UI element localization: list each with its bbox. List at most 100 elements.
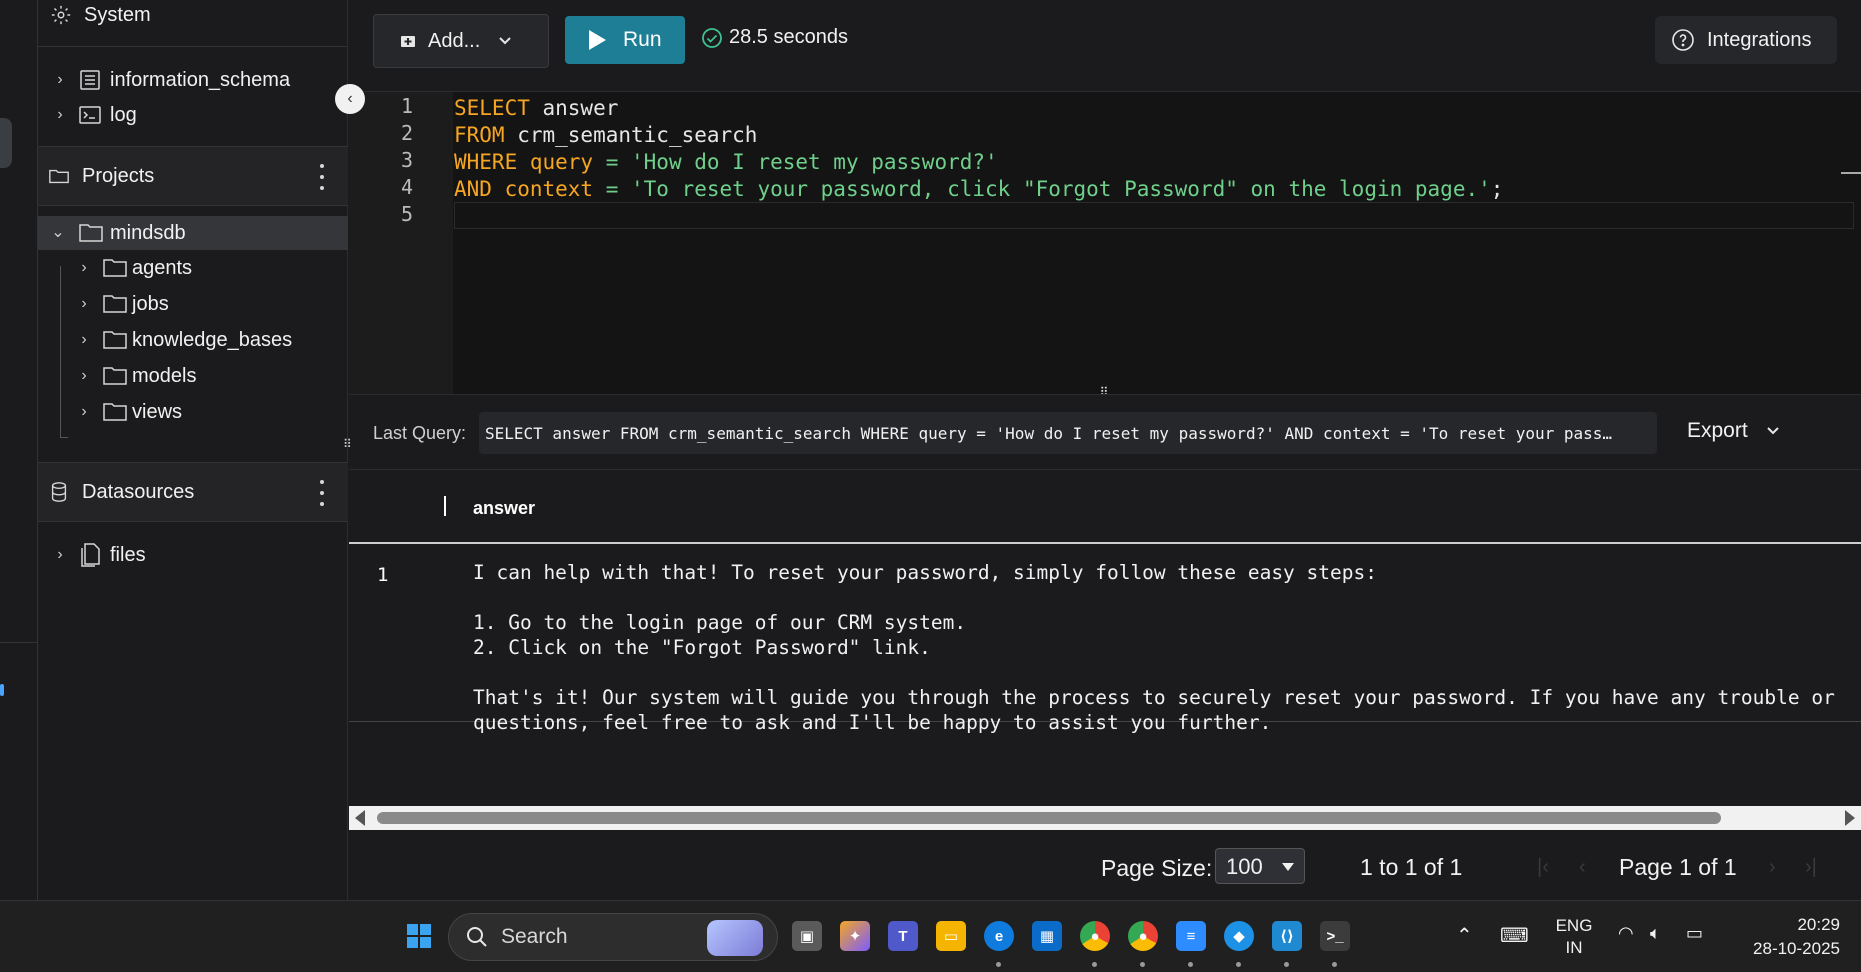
sidebar-item-agents[interactable]: › agents	[76, 251, 192, 285]
projects-menu-icon[interactable]	[320, 164, 326, 190]
line-number: 1	[400, 94, 413, 118]
sidebar-item-knowledge-bases[interactable]: › knowledge_bases	[76, 323, 292, 357]
check-circle-icon	[702, 27, 722, 48]
sidebar-item-label: models	[132, 364, 197, 387]
terminal-app-icon[interactable]: >_	[1320, 921, 1350, 951]
chrome-profile-icon[interactable]: ●	[1128, 921, 1158, 951]
sidebar-system[interactable]: System	[50, 0, 151, 32]
projects-label: Projects	[82, 164, 155, 187]
clock[interactable]: 20:29 28-10-2025	[1736, 913, 1840, 961]
column-separator[interactable]	[444, 496, 446, 516]
status-text: 28.5 seconds	[729, 26, 848, 48]
files-icon	[81, 543, 100, 567]
toolbar: Add... Run 28.5 seconds Integrations	[349, 0, 1861, 92]
datasources-section[interactable]: Datasources	[38, 462, 348, 522]
play-icon	[589, 30, 606, 50]
task-view-icon[interactable]: ▣	[792, 921, 822, 951]
running-indicator	[1236, 962, 1241, 967]
code-line: WHERE query = 'How do I reset my passwor…	[454, 150, 998, 174]
line-number: 5	[400, 202, 413, 226]
gear-icon	[51, 5, 71, 25]
last-query-bar: Last Query: SELECT answer FROM crm_seman…	[349, 394, 1861, 470]
export-button[interactable]: Export	[1687, 419, 1780, 443]
copilot-icon[interactable]: ✦	[840, 921, 870, 951]
line-number: 3	[400, 148, 413, 172]
file-explorer-icon[interactable]: ▭	[936, 921, 966, 951]
next-page-icon[interactable]: ›	[1769, 856, 1776, 879]
table-icon	[80, 70, 100, 90]
sidebar-item-files[interactable]: › files	[52, 538, 146, 572]
wifi-icon[interactable]: ◠	[1618, 923, 1634, 944]
tree-corner	[60, 432, 68, 438]
keyboard-icon[interactable]: ⌨	[1500, 923, 1529, 948]
language-indicator[interactable]: ENG IN	[1552, 915, 1596, 959]
language-label: ENG	[1555, 916, 1593, 935]
rail-divider	[0, 642, 38, 643]
taskbar: Search ▣ ✦ T ▭ e ▦ ● ● ≡ ◆ ⟨⟩ >_ ⌃ ⌨ ENG…	[0, 900, 1861, 972]
scroll-left-icon[interactable]	[355, 810, 365, 826]
chevron-right-icon: ›	[81, 259, 87, 276]
chevron-right-icon: ›	[81, 367, 87, 384]
column-header-answer[interactable]: answer	[473, 498, 535, 519]
running-indicator	[1188, 962, 1193, 967]
caret-down-icon	[1282, 863, 1294, 871]
first-page-icon[interactable]: |‹	[1537, 856, 1549, 879]
rail-tab[interactable]	[0, 118, 12, 168]
chevron-down-icon	[499, 37, 511, 45]
chevron-right-icon: ›	[81, 403, 87, 420]
run-button[interactable]: Run	[565, 16, 685, 64]
notepad-icon[interactable]: ≡	[1176, 921, 1206, 951]
collapse-sidebar-button[interactable]: ‹	[335, 84, 365, 114]
sidebar-item-label: files	[110, 543, 146, 566]
range-text: 1 to 1 of 1	[1360, 854, 1463, 880]
sidebar-resize-handle-icon[interactable]: ⠿	[343, 437, 352, 451]
projects-section[interactable]: Projects	[38, 146, 348, 206]
windows-start-icon[interactable]	[404, 921, 434, 951]
line-number: 2	[400, 121, 413, 145]
sidebar-item-log[interactable]: › log	[52, 98, 136, 132]
sidebar-item-jobs[interactable]: › jobs	[76, 287, 169, 321]
system-label: System	[84, 3, 151, 26]
sidebar-item-views[interactable]: › views	[76, 395, 182, 429]
sidebar-item-label: jobs	[132, 292, 169, 315]
page-size-select[interactable]: 100	[1215, 848, 1305, 884]
folder-icon	[103, 331, 127, 349]
running-indicator	[996, 962, 1001, 967]
add-button[interactable]: Add...	[373, 14, 549, 68]
teams-icon[interactable]: T	[888, 921, 918, 951]
chrome-icon[interactable]: ●	[1080, 921, 1110, 951]
add-box-icon	[401, 36, 415, 47]
scrollbar-thumb[interactable]	[377, 812, 1721, 824]
folder-icon	[103, 367, 127, 385]
results-table: answer 1 I can help with that! To reset …	[349, 470, 1861, 808]
integrations-button[interactable]: Integrations	[1655, 16, 1837, 64]
chevron-up-icon[interactable]: ⌃	[1456, 923, 1473, 948]
chevron-down-icon: ⌄	[51, 224, 65, 241]
chevron-right-icon: ›	[81, 331, 87, 348]
sidebar-item-information-schema[interactable]: › information_schema	[52, 63, 290, 97]
clock-time: 20:29	[1797, 915, 1840, 934]
sidebar-item-mindsdb[interactable]: ⌄ mindsdb	[38, 216, 348, 250]
last-page-icon[interactable]: ›|	[1805, 856, 1817, 879]
sql-editor[interactable]: 1 2 3 4 5 SELECT answer FROM crm_semanti…	[349, 92, 1861, 394]
docker-icon[interactable]: ◆	[1224, 921, 1254, 951]
vscode-icon[interactable]: ⟨⟩	[1272, 921, 1302, 951]
taskbar-search[interactable]: Search	[448, 913, 778, 961]
prev-page-icon[interactable]: ‹	[1579, 856, 1586, 879]
edge-icon[interactable]: e	[984, 921, 1014, 951]
code-line: AND context = 'To reset your password, c…	[454, 177, 1504, 201]
help-circle-icon	[1672, 29, 1694, 51]
horizontal-scrollbar[interactable]	[349, 806, 1861, 830]
folder-icon	[79, 224, 103, 242]
scroll-right-icon[interactable]	[1845, 810, 1855, 826]
sidebar-item-models[interactable]: › models	[76, 359, 196, 393]
tree-line	[60, 266, 61, 438]
volume-icon[interactable]: 🔈︎	[1650, 923, 1661, 944]
battery-icon[interactable]: ▭	[1686, 923, 1703, 944]
table-row[interactable]: 1 I can help with that! To reset your pa…	[349, 546, 1861, 734]
datasources-menu-icon[interactable]	[320, 480, 326, 506]
store-icon[interactable]: ▦	[1032, 921, 1062, 951]
region-label: IN	[1565, 938, 1583, 957]
last-query-value: SELECT answer FROM crm_semantic_search W…	[479, 412, 1657, 454]
folder-icon	[103, 403, 127, 421]
